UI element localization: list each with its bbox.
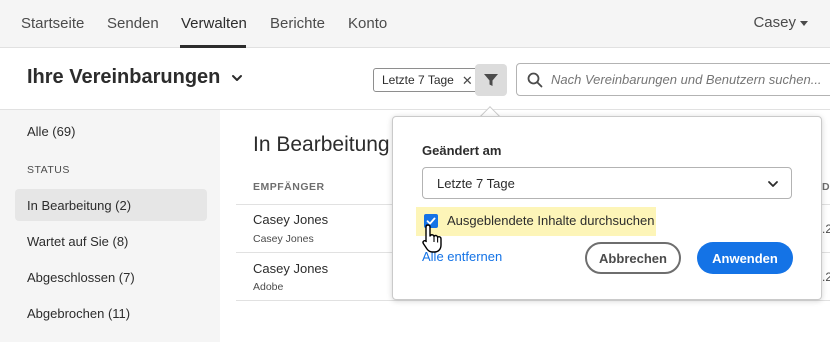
nav-item-senden[interactable]: Senden bbox=[107, 15, 159, 32]
sidebar-section-label: STATUS bbox=[27, 164, 70, 176]
date-range-select[interactable]: Letzte 7 Tage bbox=[422, 167, 792, 199]
nav-item-startseite[interactable]: Startseite bbox=[21, 15, 84, 32]
clear-all-link[interactable]: Alle entfernen bbox=[422, 249, 502, 264]
chevron-down-icon bbox=[768, 181, 778, 187]
close-icon[interactable]: ✕ bbox=[462, 74, 473, 87]
user-name: Casey bbox=[753, 14, 796, 31]
filter-tag-label: Letzte 7 Tage bbox=[382, 73, 454, 87]
chevron-down-icon bbox=[232, 74, 243, 81]
search-hidden-checkbox[interactable] bbox=[424, 214, 438, 228]
search-box bbox=[516, 63, 830, 96]
search-hidden-label[interactable]: Ausgeblendete Inhalte durchsuchen bbox=[447, 213, 654, 228]
sidebar: Alle (69) STATUS In Bearbeitung (2) Wart… bbox=[0, 110, 220, 342]
caret-down-icon bbox=[800, 21, 808, 26]
cancel-button[interactable]: Abbrechen bbox=[585, 242, 681, 274]
page-title-dropdown[interactable]: Ihre Vereinbarungen bbox=[27, 66, 244, 89]
nav-item-konto[interactable]: Konto bbox=[348, 15, 387, 32]
date-range-value: Letzte 7 Tage bbox=[437, 175, 515, 191]
nav-item-verwalten[interactable]: Verwalten bbox=[181, 15, 247, 32]
row-date-partial: .2 bbox=[822, 222, 830, 236]
filter-tag: Letzte 7 Tage ✕ bbox=[373, 68, 480, 92]
filter-icon bbox=[484, 74, 498, 86]
row-date-partial: .2 bbox=[822, 270, 830, 284]
search-input[interactable] bbox=[551, 72, 830, 87]
search-icon bbox=[527, 72, 543, 87]
user-menu[interactable]: Casey bbox=[753, 14, 808, 31]
sidebar-item-alle[interactable]: Alle (69) bbox=[15, 115, 207, 147]
sidebar-item-abgebrochen[interactable]: Abgebrochen (11) bbox=[15, 297, 207, 329]
sidebar-item-abgeschlossen[interactable]: Abgeschlossen (7) bbox=[15, 261, 207, 293]
column-header-partial[interactable]: D bbox=[822, 181, 830, 193]
nav-item-berichte[interactable]: Berichte bbox=[270, 15, 325, 32]
filter-popover: Geändert am Letzte 7 Tage Ausgeblendete … bbox=[392, 116, 822, 300]
column-header-empfaenger[interactable]: EMPFÄNGER bbox=[253, 181, 325, 193]
top-nav: Startseite Senden Verwalten Berichte Kon… bbox=[0, 0, 830, 48]
row-divider bbox=[236, 300, 830, 301]
sidebar-item-in-bearbeitung[interactable]: In Bearbeitung (2) bbox=[15, 189, 207, 221]
list-title: In Bearbeitung bbox=[253, 133, 390, 156]
sidebar-item-wartet-auf-sie[interactable]: Wartet auf Sie (8) bbox=[15, 225, 207, 257]
modified-date-label: Geändert am bbox=[422, 143, 502, 158]
row-recipient-sub: Adobe bbox=[253, 281, 284, 293]
row-recipient-name: Casey Jones bbox=[253, 261, 329, 276]
checkmark-icon bbox=[426, 217, 436, 225]
apply-button[interactable]: Anwenden bbox=[697, 242, 793, 274]
active-nav-indicator bbox=[180, 45, 246, 48]
page-title: Ihre Vereinbarungen bbox=[27, 66, 221, 88]
row-recipient-name: Casey Jones bbox=[253, 212, 329, 227]
filter-button[interactable] bbox=[475, 64, 507, 96]
row-recipient-sub: Casey Jones bbox=[253, 233, 314, 245]
